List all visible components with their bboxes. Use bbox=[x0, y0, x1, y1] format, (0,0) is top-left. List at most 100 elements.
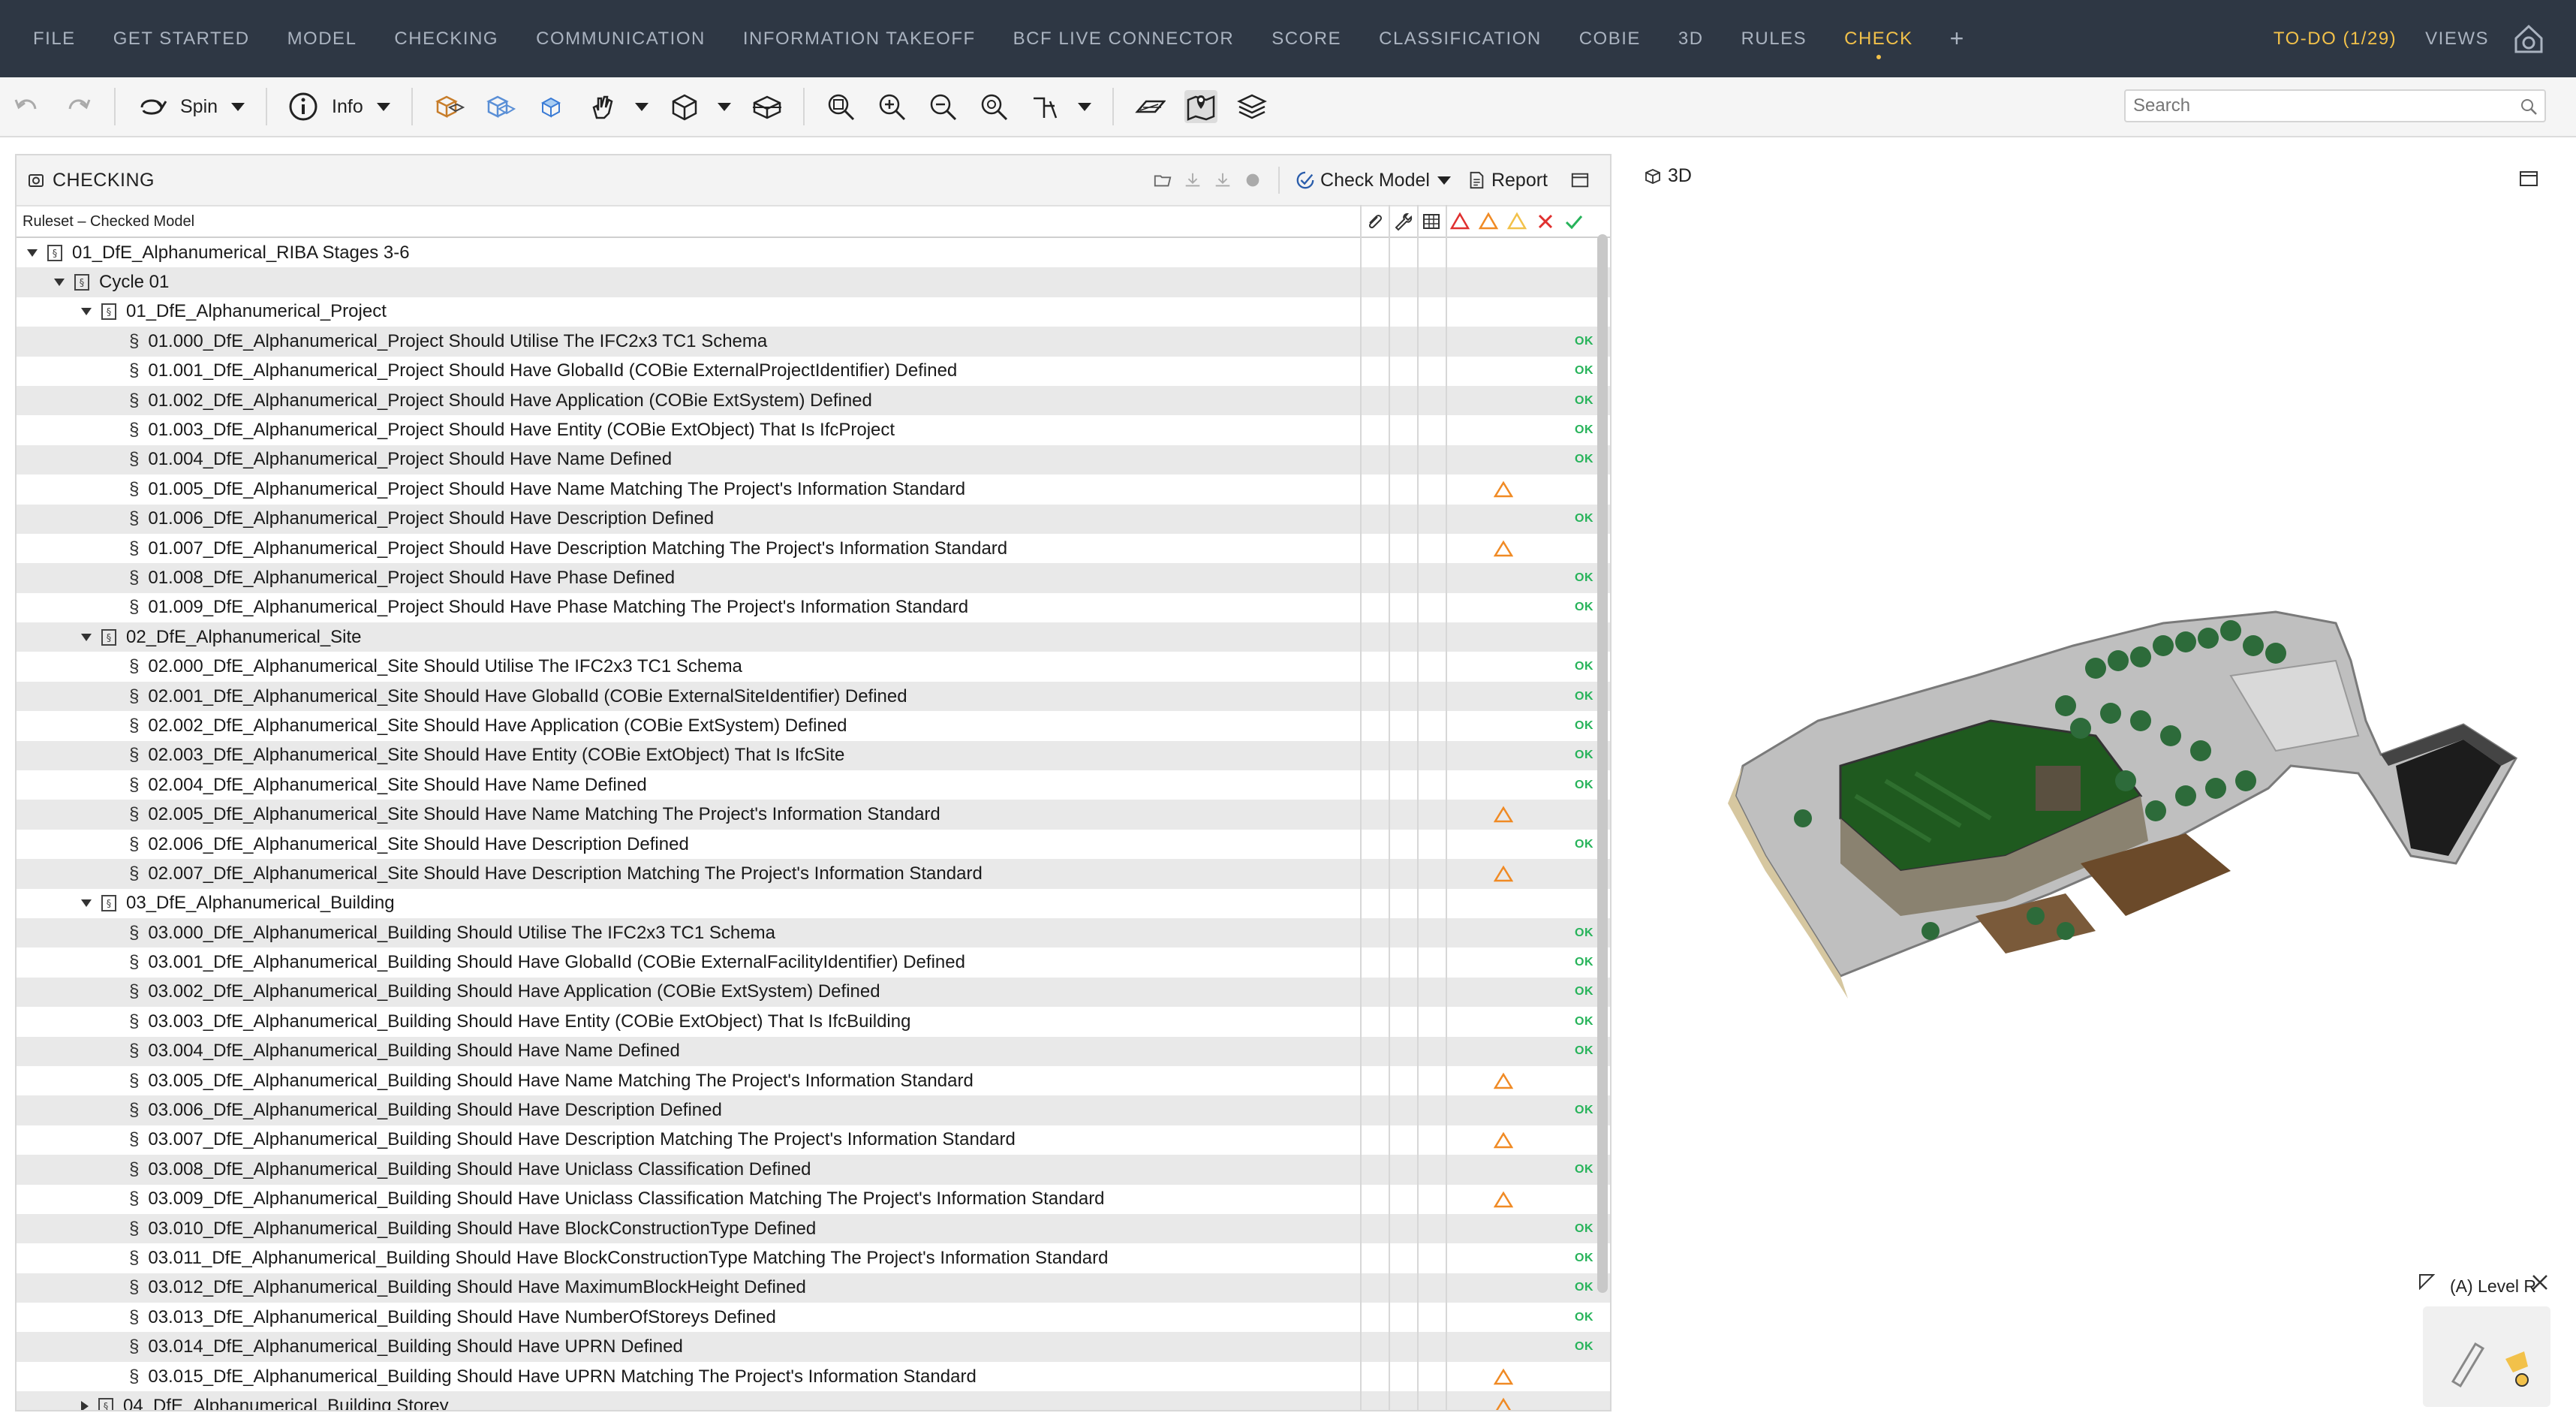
menu-item-communication[interactable]: COMMUNICATION bbox=[517, 0, 724, 77]
menu-item-score[interactable]: SCORE bbox=[1253, 0, 1360, 77]
rule-row[interactable]: § 03.012_DfE_Alphanumerical_Building Shou… bbox=[17, 1273, 1610, 1303]
rule-row[interactable]: § 01.003_DfE_Alphanumerical_Project Shoul… bbox=[17, 415, 1610, 444]
house-settings-icon[interactable] bbox=[2511, 22, 2546, 56]
menu-item-file[interactable]: FILE bbox=[0, 0, 95, 77]
add-tab-button[interactable]: + bbox=[1932, 0, 1982, 77]
rule-row[interactable]: § 02.003_DfE_Alphanumerical_Site Should H… bbox=[17, 740, 1610, 771]
rule-row[interactable]: § 03.004_DfE_Alphanumerical_Building Shou… bbox=[17, 1036, 1610, 1066]
measure-dropdown-caret[interactable] bbox=[1077, 102, 1091, 111]
rule-row[interactable]: § 02.006_DfE_Alphanumerical_Site Should H… bbox=[17, 830, 1610, 859]
select-dropdown-caret[interactable] bbox=[634, 102, 649, 111]
menu-item-3d[interactable]: 3D bbox=[1660, 0, 1723, 77]
tree-scrollbar[interactable] bbox=[1597, 234, 1608, 1293]
rule-row[interactable]: § 01.002_DfE_Alphanumerical_Project Shoul… bbox=[17, 385, 1610, 416]
measure-icon[interactable] bbox=[1028, 90, 1061, 123]
rule-row[interactable]: § 01.000_DfE_Alphanumerical_Project Shoul… bbox=[17, 327, 1610, 357]
low-warning-icon[interactable] bbox=[1503, 206, 1531, 236]
maximize-panel-icon[interactable] bbox=[1569, 169, 1591, 191]
zoom-selection-icon[interactable] bbox=[977, 90, 1010, 123]
search-input[interactable] bbox=[2126, 91, 2508, 121]
spin-label[interactable]: Spin bbox=[180, 96, 218, 118]
level-toggle-icon[interactable] bbox=[2418, 1273, 2435, 1290]
menu-item-rules[interactable]: RULES bbox=[1723, 0, 1826, 77]
rule-row[interactable]: § 02.007_DfE_Alphanumerical_Site Should H… bbox=[17, 859, 1610, 889]
rule-row[interactable]: § 01.009_DfE_Alphanumerical_Project Shoul… bbox=[17, 593, 1610, 622]
rule-row[interactable]: § 03.010_DfE_Alphanumerical_Building Shou… bbox=[17, 1213, 1610, 1244]
layers-icon[interactable] bbox=[1235, 90, 1268, 123]
rule-row[interactable]: § 02.005_DfE_Alphanumerical_Site Should H… bbox=[17, 800, 1610, 830]
info-label[interactable]: Info bbox=[332, 96, 363, 118]
wrench-icon[interactable] bbox=[1389, 206, 1417, 236]
rule-row[interactable]: § 02.000_DfE_Alphanumerical_Site Should U… bbox=[17, 652, 1610, 681]
rule-row[interactable]: § 02.001_DfE_Alphanumerical_Site Should H… bbox=[17, 681, 1610, 712]
rule-row[interactable]: § 03.009_DfE_Alphanumerical_Building Shou… bbox=[17, 1185, 1610, 1214]
multi-box-icon[interactable] bbox=[432, 90, 465, 123]
ruleset-row[interactable]: § 04_DfE_Alphanumerical_Building Storey bbox=[17, 1391, 1610, 1410]
expand-arrow-icon[interactable] bbox=[81, 1400, 89, 1410]
zoom-fit-icon[interactable] bbox=[824, 90, 857, 123]
section-box-icon[interactable] bbox=[751, 90, 784, 123]
ruleset-row[interactable]: § 01_DfE_Alphanumerical_RIBA Stages 3-6 bbox=[17, 238, 1610, 267]
menu-item-information-takeoff[interactable]: INFORMATION TAKEOFF bbox=[724, 0, 995, 77]
rule-row[interactable]: § 03.007_DfE_Alphanumerical_Building Shou… bbox=[17, 1125, 1610, 1155]
slice-plane-icon[interactable] bbox=[1133, 90, 1166, 123]
check-model-dropdown-caret[interactable] bbox=[1437, 176, 1451, 185]
view-dropdown-caret[interactable] bbox=[717, 102, 731, 111]
spin-dropdown-caret[interactable] bbox=[231, 102, 245, 111]
menu-item-check[interactable]: CHECK bbox=[1825, 0, 1932, 77]
3d-viewport[interactable] bbox=[1615, 195, 2576, 1422]
isolate-box-icon[interactable] bbox=[534, 90, 567, 123]
menu-item-get-started[interactable]: GET STARTED bbox=[95, 0, 269, 77]
collapse-arrow-icon[interactable] bbox=[27, 249, 38, 257]
rule-row[interactable]: § 03.011_DfE_Alphanumerical_Building Shou… bbox=[17, 1243, 1610, 1273]
rule-row[interactable]: § 01.007_DfE_Alphanumerical_Project Shoul… bbox=[17, 534, 1610, 563]
menu-item-model[interactable]: MODEL bbox=[269, 0, 376, 77]
ruleset-row[interactable]: § Cycle 01 bbox=[17, 267, 1610, 297]
rule-row[interactable]: § 01.008_DfE_Alphanumerical_Project Shoul… bbox=[17, 563, 1610, 593]
rule-row[interactable]: § 03.008_DfE_Alphanumerical_Building Shou… bbox=[17, 1155, 1610, 1185]
info-icon[interactable] bbox=[287, 90, 320, 123]
open-folder-icon[interactable] bbox=[1151, 169, 1174, 191]
moderate-warning-icon[interactable] bbox=[1474, 206, 1503, 236]
collapse-arrow-icon[interactable] bbox=[81, 633, 92, 641]
rule-row[interactable]: § 03.002_DfE_Alphanumerical_Building Shou… bbox=[17, 977, 1610, 1008]
search-icon[interactable] bbox=[2519, 97, 2538, 116]
rule-row[interactable]: § 02.004_DfE_Alphanumerical_Site Should H… bbox=[17, 770, 1610, 800]
attachment-icon[interactable] bbox=[1360, 206, 1389, 236]
zoom-in-icon[interactable] bbox=[875, 90, 908, 123]
map-pin-icon[interactable] bbox=[1184, 90, 1217, 123]
todo-button[interactable]: TO-DO (1/29) bbox=[2274, 29, 2397, 50]
rule-row[interactable]: § 03.000_DfE_Alphanumerical_Building Shou… bbox=[17, 917, 1610, 948]
menu-item-cobie[interactable]: COBIE bbox=[1560, 0, 1660, 77]
rule-row[interactable]: § 03.015_DfE_Alphanumerical_Building Shou… bbox=[17, 1362, 1610, 1391]
critical-warning-icon[interactable] bbox=[1446, 206, 1474, 236]
rule-row[interactable]: § 02.002_DfE_Alphanumerical_Site Should H… bbox=[17, 711, 1610, 740]
ruleset-row[interactable]: § 03_DfE_Alphanumerical_Building bbox=[17, 889, 1610, 918]
rule-row[interactable]: § 03.013_DfE_Alphanumerical_Building Shou… bbox=[17, 1303, 1610, 1332]
menu-item-checking[interactable]: CHECKING bbox=[375, 0, 517, 77]
rule-row[interactable]: § 03.003_DfE_Alphanumerical_Building Shou… bbox=[17, 1007, 1610, 1036]
ruleset-row[interactable]: § 01_DfE_Alphanumerical_Project bbox=[17, 297, 1610, 327]
close-icon[interactable] bbox=[2529, 1272, 2550, 1293]
info-dropdown-caret[interactable] bbox=[376, 102, 390, 111]
check-model-icon[interactable] bbox=[1294, 169, 1317, 191]
check-model-button[interactable]: Check Model bbox=[1320, 170, 1430, 191]
rule-row[interactable]: § 03.005_DfE_Alphanumerical_Building Shou… bbox=[17, 1066, 1610, 1095]
ruleset-row[interactable]: § 02_DfE_Alphanumerical_Site bbox=[17, 622, 1610, 652]
undo-icon[interactable] bbox=[11, 90, 44, 123]
views-button[interactable]: VIEWS bbox=[2425, 29, 2489, 50]
hand-select-icon[interactable] bbox=[585, 90, 618, 123]
record-icon[interactable] bbox=[1241, 169, 1264, 191]
report-icon[interactable] bbox=[1465, 169, 1488, 191]
collapse-arrow-icon[interactable] bbox=[81, 899, 92, 908]
navigation-widget[interactable] bbox=[2423, 1306, 2550, 1407]
rule-row[interactable]: § 03.006_DfE_Alphanumerical_Building Shou… bbox=[17, 1095, 1610, 1125]
menu-item-classification[interactable]: CLASSIFICATION bbox=[1360, 0, 1560, 77]
cube-view-icon[interactable] bbox=[668, 90, 701, 123]
download-icon[interactable] bbox=[1181, 169, 1204, 191]
accepted-icon[interactable] bbox=[1560, 206, 1588, 236]
maximize-3d-icon[interactable] bbox=[2519, 170, 2538, 188]
transparent-box-icon[interactable] bbox=[483, 90, 516, 123]
collapse-arrow-icon[interactable] bbox=[54, 279, 65, 287]
report-button[interactable]: Report bbox=[1491, 170, 1548, 191]
